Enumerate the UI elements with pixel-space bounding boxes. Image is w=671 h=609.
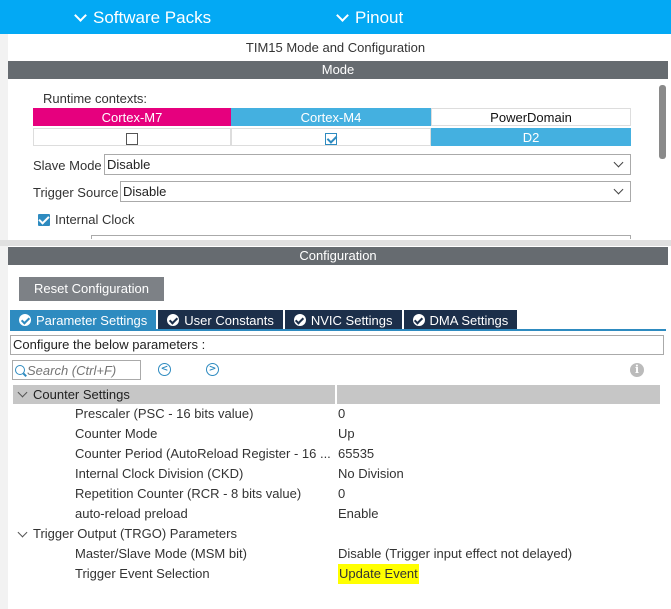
param-name: Internal Clock Division (CKD) [75, 466, 244, 481]
param-value[interactable]: 65535 [338, 444, 374, 464]
tab-parameter-settings[interactable]: Parameter Settings [10, 310, 157, 330]
tab-label: DMA Settings [429, 312, 509, 328]
context-cortex-m7-header: Cortex-M7 [33, 108, 231, 126]
param-name: Counter Period (AutoReload Register - 16… [75, 446, 331, 461]
context-cortex-m4-cell [231, 128, 431, 146]
cortex-m4-checkbox[interactable] [325, 132, 337, 145]
pinout-label: Pinout [355, 8, 404, 27]
param-name: Counter Mode [75, 426, 158, 441]
table-row[interactable]: Prescaler (PSC - 16 bits value) 0 [13, 404, 660, 424]
trigger-source-label: Trigger Source [33, 185, 119, 200]
column-divider [335, 385, 337, 404]
context-cortex-m4-header: Cortex-M4 [231, 108, 431, 126]
info-icon[interactable]: i [630, 363, 644, 377]
search-icon [15, 365, 25, 375]
param-value[interactable]: Up [338, 424, 355, 444]
cortex-m7-checkbox[interactable] [126, 132, 138, 145]
tab-label: NVIC Settings [310, 312, 393, 328]
table-row[interactable]: Trigger Event Selection Update Event [13, 564, 660, 584]
chevron-down-icon [613, 184, 624, 195]
param-name: Repetition Counter (RCR - 8 bits value) [75, 486, 302, 501]
pinout-menu[interactable]: Pinout [336, 8, 404, 28]
trigger-source-select[interactable]: Disable [120, 181, 631, 202]
table-row[interactable]: Internal Clock Division (CKD) No Divisio… [13, 464, 660, 484]
group-label: Counter Settings [33, 387, 130, 402]
internal-clock-option[interactable]: Internal Clock [38, 212, 134, 227]
context-powerdomain-header: PowerDomain [431, 108, 631, 126]
parameter-table: Counter Settings Prescaler (PSC - 16 bit… [13, 385, 660, 584]
slave-mode-select[interactable]: Disable [104, 154, 631, 175]
check-circle-icon [412, 314, 425, 326]
previous-result-button[interactable]: < [158, 363, 171, 376]
check-circle-icon [167, 314, 180, 326]
chevron-down-icon [613, 157, 624, 168]
context-cortex-m7-cell [33, 128, 231, 146]
software-packs-menu[interactable]: Software Packs [74, 8, 212, 28]
panel-title: TIM15 Mode and Configuration [245, 40, 426, 55]
search-input[interactable] [27, 362, 137, 378]
check-circle-icon [293, 314, 306, 326]
table-row[interactable]: Counter Mode Up [13, 424, 660, 444]
chevron-down-icon [17, 387, 28, 398]
slave-mode-value: Disable [107, 157, 151, 172]
param-value-highlighted[interactable]: Update Event [338, 564, 419, 584]
tab-label: Parameter Settings [36, 312, 148, 328]
chevron-down-icon [336, 9, 349, 22]
tab-dma-settings[interactable]: DMA Settings [403, 310, 518, 330]
group-header-trgo-parameters[interactable]: Trigger Output (TRGO) Parameters [13, 524, 660, 544]
table-row[interactable]: Counter Period (AutoReload Register - 16… [13, 444, 660, 464]
runtime-contexts-label: Runtime contexts: [43, 91, 148, 106]
top-nav-bar: Software Packs Pinout [0, 0, 671, 34]
panel-splitter[interactable] [0, 240, 671, 246]
search-box[interactable] [12, 360, 141, 380]
trigger-source-value: Disable [123, 184, 167, 199]
mode-section-header: Mode [8, 61, 668, 79]
table-row[interactable]: Master/Slave Mode (MSM bit) Disable (Tri… [13, 544, 660, 564]
group-header-counter-settings[interactable]: Counter Settings [13, 385, 660, 404]
slave-mode-label: Slave Mode [33, 158, 102, 173]
group-label: Trigger Output (TRGO) Parameters [33, 526, 237, 541]
param-name: Master/Slave Mode (MSM bit) [75, 546, 247, 561]
configuration-section-header: Configuration [8, 247, 668, 265]
reset-configuration-button[interactable]: Reset Configuration [19, 277, 164, 301]
param-name: Trigger Event Selection [75, 566, 210, 581]
chevron-down-icon [17, 527, 28, 538]
table-row[interactable]: auto-reload preload Enable [13, 504, 660, 524]
param-value[interactable]: Disable (Trigger input effect not delaye… [338, 544, 572, 564]
check-circle-icon [19, 314, 31, 326]
param-value[interactable]: Enable [338, 504, 378, 524]
param-name: Prescaler (PSC - 16 bits value) [75, 406, 254, 421]
param-value[interactable]: 0 [338, 484, 345, 504]
chevron-down-icon [74, 9, 87, 22]
tab-underline [10, 329, 666, 331]
tab-user-constants[interactable]: User Constants [158, 310, 283, 330]
param-name: auto-reload preload [75, 506, 188, 521]
internal-clock-label: Internal Clock [55, 212, 135, 227]
table-row[interactable]: Repetition Counter (RCR - 8 bits value) … [13, 484, 660, 504]
next-result-button[interactable]: > [206, 363, 219, 376]
clock-field[interactable] [91, 235, 631, 239]
tab-label: User Constants [184, 312, 274, 328]
internal-clock-checkbox[interactable] [38, 213, 50, 226]
powerdomain-value[interactable]: D2 [431, 128, 631, 146]
configure-hint: Configure the below parameters : [10, 335, 664, 355]
tab-nvic-settings[interactable]: NVIC Settings [284, 310, 402, 330]
mode-scrollbar[interactable] [659, 85, 666, 159]
param-value[interactable]: No Division [338, 464, 404, 484]
config-tabs: Parameter Settings User Constants NVIC S… [10, 310, 518, 330]
param-value[interactable]: 0 [338, 404, 345, 424]
software-packs-label: Software Packs [93, 8, 212, 27]
